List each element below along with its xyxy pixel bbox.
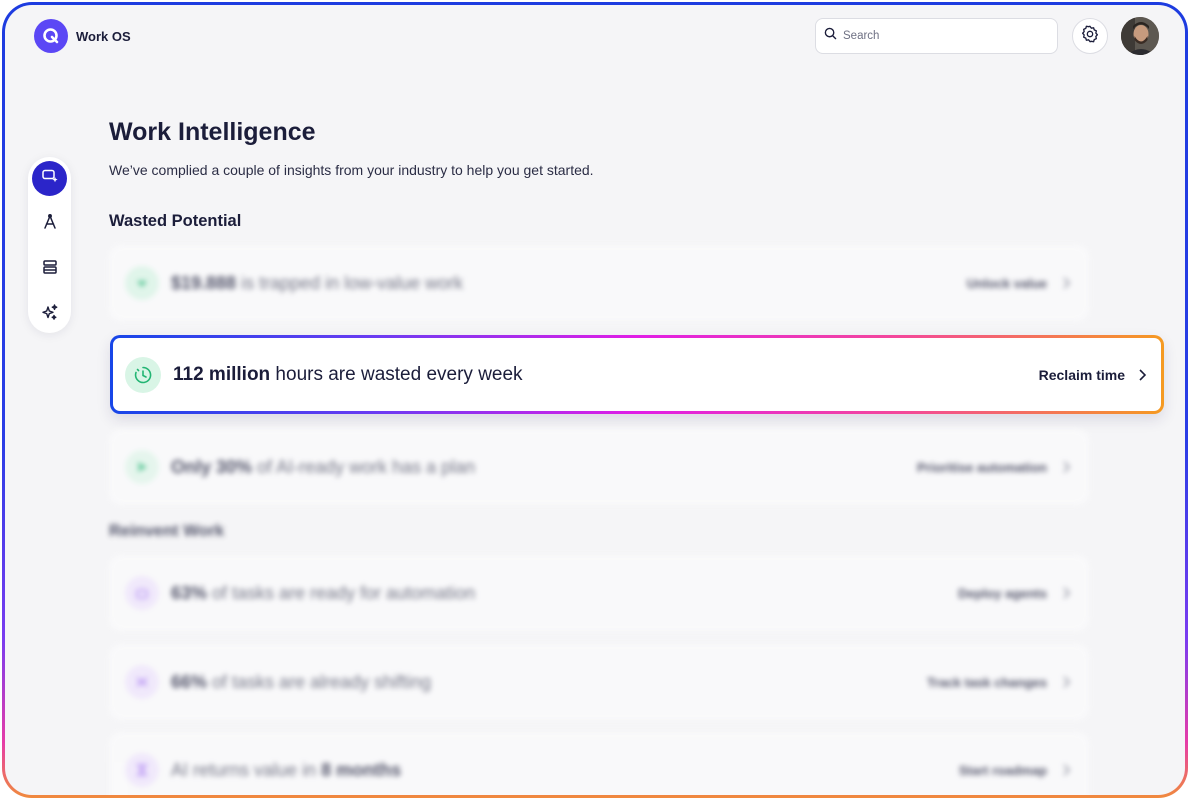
- insight-card-returns[interactable]: AI returns value in 8 months Start roadm…: [109, 732, 1089, 795]
- search-icon: [824, 27, 837, 45]
- insight-card-shifting[interactable]: 66% of tasks are already shifting Track …: [109, 644, 1089, 720]
- robot-icon: [125, 576, 159, 610]
- unlock-value-link[interactable]: Unlock value: [967, 276, 1047, 291]
- chevron-right-icon: [1063, 587, 1071, 599]
- chevron-right-icon: [1139, 368, 1147, 381]
- insight-icon: [41, 167, 59, 190]
- prioritise-automation-link[interactable]: Prioritise automation: [917, 460, 1047, 475]
- settings-button[interactable]: [1072, 18, 1108, 54]
- avatar[interactable]: [1121, 17, 1159, 55]
- send-icon: [125, 450, 159, 484]
- section-title-wasted-potential: Wasted Potential: [109, 212, 242, 230]
- search-input[interactable]: [843, 30, 1043, 42]
- shuffle-icon: [125, 665, 159, 699]
- deploy-agents-link[interactable]: Deploy agents: [958, 586, 1047, 601]
- page-subtitle: We’ve complied a couple of insights from…: [109, 162, 594, 178]
- section-title-reinvent-work: Reinvent Work: [109, 522, 225, 540]
- sidebar-item-layers[interactable]: [32, 252, 67, 287]
- start-roadmap-link[interactable]: Start roadmap: [959, 763, 1047, 778]
- app-window: Work OS Search Work Intelligence We’ve c…: [2, 2, 1188, 798]
- layers-icon: [41, 258, 59, 281]
- insight-text: $19.888 is trapped in low-value work: [171, 272, 464, 293]
- insight-text: 63% of tasks are ready for automation: [171, 582, 476, 603]
- track-task-changes-link[interactable]: Track task changes: [927, 675, 1047, 690]
- gear-icon: [1080, 24, 1100, 49]
- chevron-right-icon: [1063, 277, 1071, 289]
- app-title: Work OS: [76, 29, 131, 44]
- sidebar-item-ai[interactable]: [32, 297, 67, 332]
- chevron-right-icon: [1063, 676, 1071, 688]
- reclaim-time-link[interactable]: Reclaim time: [1039, 367, 1125, 383]
- search-box[interactable]: [815, 18, 1058, 54]
- insight-text: 66% of tasks are already shifting: [171, 671, 432, 692]
- insight-text: Only 30% of AI-ready work has a plan: [171, 456, 476, 477]
- chevron-right-icon: [1063, 764, 1071, 776]
- sidebar-item-insights[interactable]: [32, 161, 67, 196]
- sidebar-item-compass[interactable]: [32, 207, 67, 242]
- insight-card-automation[interactable]: 63% of tasks are ready for automation De…: [109, 555, 1089, 631]
- sidebar-rail: [28, 157, 71, 333]
- insight-text: AI returns value in 8 months: [171, 759, 402, 780]
- clock-icon: [125, 356, 161, 393]
- page-title: Work Intelligence: [109, 118, 316, 146]
- insight-card-hours[interactable]: 112 million hours are wasted every week …: [110, 335, 1164, 414]
- chevron-right-icon: [1063, 461, 1071, 473]
- hourglass-icon: [125, 753, 159, 787]
- insight-card-value[interactable]: $19.888 is trapped in low-value work Unl…: [109, 245, 1089, 321]
- sparkles-icon: [40, 303, 59, 327]
- insight-card-ai-ready[interactable]: Only 30% of AI-ready work has a plan Pri…: [109, 429, 1089, 505]
- compass-icon: [41, 213, 59, 236]
- logo-icon[interactable]: [34, 19, 68, 53]
- coin-icon: [125, 266, 159, 300]
- insight-text: 112 million hours are wasted every week: [173, 363, 523, 385]
